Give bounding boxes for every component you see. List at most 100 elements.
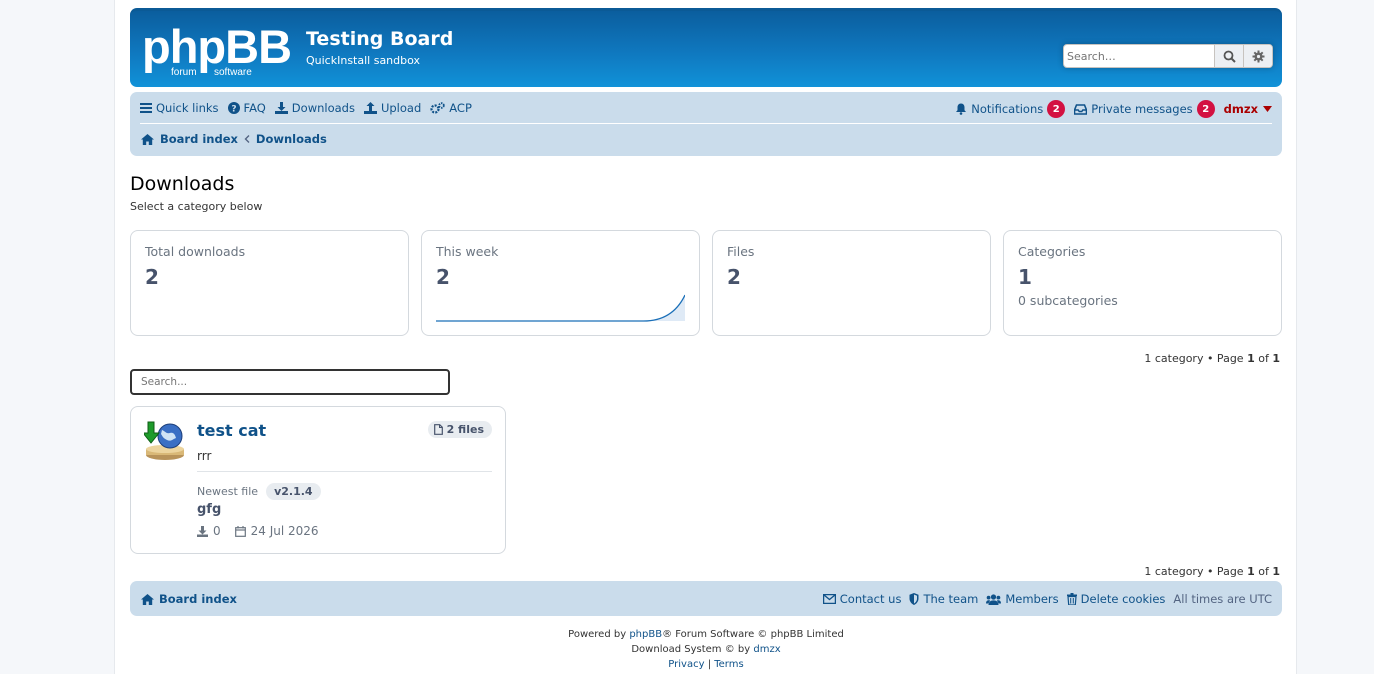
header-search-box xyxy=(1063,44,1273,68)
nav-upload[interactable]: Upload xyxy=(363,101,422,115)
shield-icon xyxy=(909,593,919,605)
pagination-total: 1 xyxy=(1272,565,1280,578)
policy-separator: | xyxy=(707,659,712,670)
nav-faq-label: FAQ xyxy=(243,101,266,115)
files-count-label: 2 files xyxy=(446,423,484,436)
search-button[interactable] xyxy=(1214,45,1243,67)
stat-extra: 0 subcategories xyxy=(1018,293,1118,308)
pm-count-badge: 2 xyxy=(1196,100,1215,118)
nav-links: Quick links ? FAQ Downloads Upload ACP xyxy=(140,100,472,116)
powered-suffix: ® Forum Software © phpBB Limited xyxy=(662,629,844,640)
download-icon xyxy=(197,525,208,537)
privacy-link[interactable]: Privacy xyxy=(668,659,704,670)
footer-timezone: All times are UTC xyxy=(1173,592,1272,606)
download-count: 0 xyxy=(213,524,221,538)
notifications-count-badge: 2 xyxy=(1047,100,1066,118)
pagination-total: 1 xyxy=(1272,352,1280,365)
svg-text:phpBB: phpBB xyxy=(142,23,291,73)
navbar-divider xyxy=(140,123,1272,124)
advanced-search-button[interactable] xyxy=(1243,45,1272,67)
stat-label: Total downloads xyxy=(145,244,246,259)
stat-label: Categories xyxy=(1018,244,1086,259)
stat-card-files: Files 2 xyxy=(712,230,991,336)
pagination-current: 1 xyxy=(1247,352,1255,365)
footer-team-label: The team xyxy=(923,592,979,606)
nav-pm-label: Private messages xyxy=(1091,102,1193,116)
footer-policy-links: Privacy | Terms xyxy=(130,659,1282,670)
pagination-bottom: 1 category • Page 1 of 1 xyxy=(1144,565,1280,578)
stat-label: Files xyxy=(727,244,755,259)
footer-members-label: Members xyxy=(1005,592,1059,606)
chevron-left-icon xyxy=(244,135,250,143)
category-download-icon xyxy=(141,420,186,462)
newest-file-row: Newest file v2.1.4 xyxy=(197,483,321,500)
calendar-icon xyxy=(234,525,246,537)
footer-contact-label: Contact us xyxy=(839,592,902,606)
breadcrumb-board-index[interactable]: Board index xyxy=(160,132,238,146)
sparkline-line xyxy=(436,294,685,322)
dmzx-link[interactable]: dmzx xyxy=(753,644,780,655)
phpbb-logo[interactable]: phpBB forum software xyxy=(142,20,297,79)
nav-notifications[interactable]: Notifications 2 xyxy=(955,100,1066,118)
category-search-input[interactable] xyxy=(130,369,450,395)
footer-board-index-label: Board index xyxy=(159,592,237,606)
file-date: 24 Jul 2026 xyxy=(250,524,319,538)
stat-card-this-week: This week 2 xyxy=(421,230,700,336)
user-menu[interactable]: dmzx xyxy=(1224,102,1272,116)
nav-acp-label: ACP xyxy=(449,101,472,115)
svg-text:forum: forum xyxy=(171,67,197,78)
home-icon xyxy=(141,593,154,605)
category-name[interactable]: test cat xyxy=(197,421,266,440)
header-search-input[interactable] xyxy=(1064,45,1214,67)
navbar: Quick links ? FAQ Downloads Upload ACP N… xyxy=(130,92,1282,156)
nav-faq[interactable]: ? FAQ xyxy=(227,101,266,115)
question-circle-icon: ? xyxy=(227,102,240,114)
trash-icon xyxy=(1066,593,1077,605)
menu-icon xyxy=(140,103,152,113)
weekly-sparkline xyxy=(436,294,685,322)
stat-card-total-downloads: Total downloads 2 xyxy=(130,230,409,336)
pagination-of: of xyxy=(1258,352,1269,365)
breadcrumb: Board index Downloads xyxy=(141,132,327,146)
stat-value: 1 xyxy=(1018,265,1032,289)
gear-icon xyxy=(1252,50,1264,62)
stat-value: 2 xyxy=(145,265,159,289)
pagination-count: 1 category • Page xyxy=(1144,352,1244,365)
pagination-current: 1 xyxy=(1247,565,1255,578)
stat-card-categories: Categories 1 0 subcategories xyxy=(1003,230,1282,336)
powered-prefix: Powered by xyxy=(568,629,627,640)
footer-the-team[interactable]: The team xyxy=(909,592,978,606)
inbox-icon xyxy=(1074,103,1088,115)
version-badge: v2.1.4 xyxy=(266,483,321,500)
terms-link[interactable]: Terms xyxy=(714,659,743,670)
copyright-download-system: Download System © by dmzx xyxy=(130,644,1282,655)
file-icon xyxy=(433,424,443,435)
newest-file-name[interactable]: gfg xyxy=(197,502,221,517)
footer-members[interactable]: Members xyxy=(986,592,1059,606)
stat-value: 2 xyxy=(727,265,741,289)
download-icon xyxy=(274,102,288,114)
footer-delete-cookies[interactable]: Delete cookies xyxy=(1066,592,1165,606)
search-icon xyxy=(1223,50,1236,63)
nav-upload-label: Upload xyxy=(380,101,422,115)
phpbb-link[interactable]: phpBB xyxy=(629,629,662,640)
pagination-top: 1 category • Page 1 of 1 xyxy=(1144,352,1280,365)
cogs-icon xyxy=(430,102,445,114)
page-subtitle: Select a category below xyxy=(130,200,263,213)
bell-icon xyxy=(956,103,967,115)
footer-board-index[interactable]: Board index xyxy=(141,592,237,606)
footer-contact-us[interactable]: Contact us xyxy=(822,592,902,606)
breadcrumb-downloads[interactable]: Downloads xyxy=(256,132,327,146)
nav-private-messages[interactable]: Private messages 2 xyxy=(1074,100,1215,118)
category-card[interactable]: test cat rrr 2 files Newest file v2.1.4 … xyxy=(130,406,506,554)
nav-user-links: Notifications 2 Private messages 2 dmzx xyxy=(955,100,1272,118)
caret-down-icon xyxy=(1263,106,1272,112)
card-divider xyxy=(197,471,492,472)
username: dmzx xyxy=(1223,102,1258,116)
site-title: Testing Board xyxy=(306,28,454,50)
nav-acp[interactable]: ACP xyxy=(430,101,472,115)
category-description: rrr xyxy=(197,449,212,463)
dl-prefix: Download System © by xyxy=(631,644,751,655)
nav-downloads[interactable]: Downloads xyxy=(274,101,355,115)
nav-quick-links[interactable]: Quick links xyxy=(140,101,219,115)
